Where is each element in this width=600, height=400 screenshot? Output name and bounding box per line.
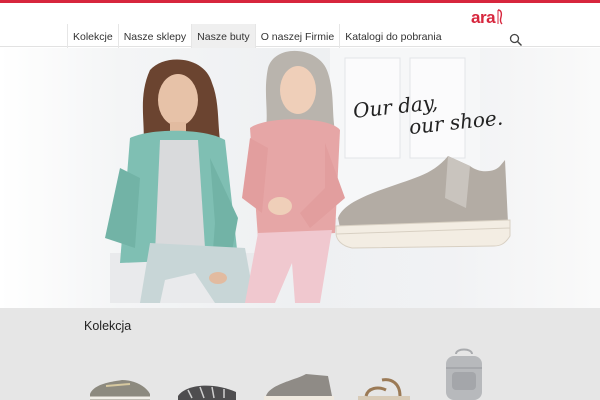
model-woman-grey-hair <box>242 50 345 303</box>
nav-item-kolekcje[interactable]: Kolekcje <box>67 24 118 50</box>
main-navigation: Kolekcje Nasze sklepy Nasze buty O nasze… <box>67 24 447 50</box>
product-sneaker[interactable] <box>86 376 154 400</box>
search-icon[interactable] <box>509 33 523 47</box>
nav-item-nasze-buty[interactable]: Nasze buty <box>191 24 255 50</box>
site-header: ara Kolekcje Nasze sklepy Nasze buty O n… <box>0 3 600 50</box>
nav-item-o-naszej-firmie[interactable]: O naszej Firmie <box>254 24 340 50</box>
collection-section: Kolekcja <box>0 308 600 400</box>
product-ankle-boot[interactable] <box>262 370 336 400</box>
product-sandal-dark[interactable] <box>174 378 240 400</box>
product-backpack[interactable] <box>440 348 488 400</box>
shoe-logo-icon <box>497 9 503 25</box>
brand-logo[interactable]: ara <box>471 6 504 26</box>
nav-item-nasze-sklepy[interactable]: Nasze sklepy <box>117 24 191 50</box>
product-strip <box>0 348 600 400</box>
nav-item-katalogi[interactable]: Katalogi do pobrania <box>339 24 446 50</box>
hero-banner[interactable]: Our day, our shoe. <box>0 48 600 308</box>
collection-title: Kolekcja <box>84 319 132 333</box>
product-sandal-tan[interactable] <box>352 374 414 400</box>
brand-logo-text: ara <box>471 8 496 27</box>
